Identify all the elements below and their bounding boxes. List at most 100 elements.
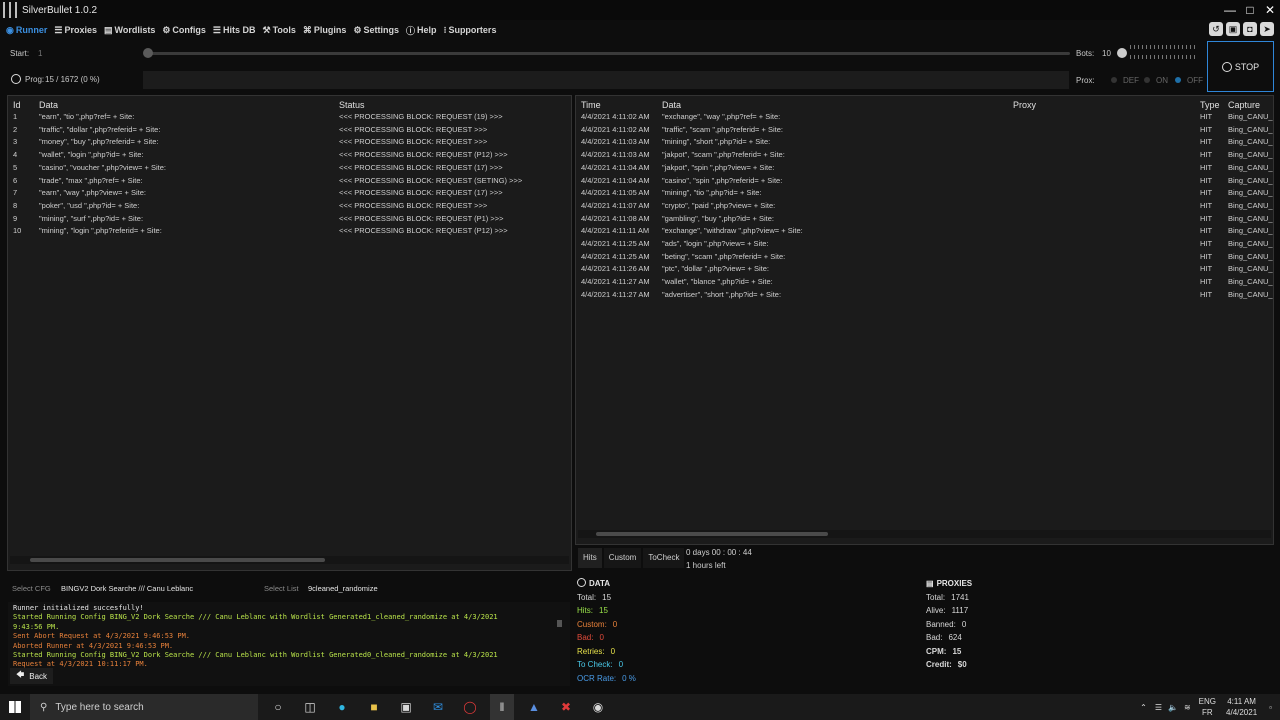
row-id[interactable]: 10 <box>13 226 21 235</box>
row-data[interactable]: "earn", "way ",php?view= + Site: <box>39 188 146 197</box>
row-id[interactable]: 9 <box>13 214 17 223</box>
prox-def-radio[interactable] <box>1111 77 1117 83</box>
col-id-header[interactable]: Id <box>13 100 21 110</box>
hit-type[interactable]: HIT <box>1200 176 1212 185</box>
hit-capture[interactable]: Bing_CANU_ <box>1228 290 1273 299</box>
nav-item-hits-db[interactable]: ☰ Hits DB <box>213 25 256 36</box>
wifi-icon[interactable]: ≋ <box>1184 703 1191 712</box>
stop-button[interactable]: STOP <box>1207 41 1274 92</box>
hit-type[interactable]: HIT <box>1200 252 1212 261</box>
row-id[interactable]: 8 <box>13 201 17 210</box>
select-cfg-value[interactable]: BINGV2 Dork Searche /// Canu Leblanc <box>61 584 193 593</box>
hit-type[interactable]: HIT <box>1200 163 1212 172</box>
hit-data[interactable]: "advertiser", "short ",php?id= + Site: <box>662 290 781 299</box>
prox-off-label[interactable]: OFF <box>1187 76 1203 85</box>
row-status[interactable]: <<< PROCESSING BLOCK: REQUEST (SETING) >… <box>339 176 522 185</box>
app-icon-red[interactable]: ✖ <box>554 694 578 720</box>
nav-item-configs[interactable]: ⚙ Configs <box>162 25 206 36</box>
row-id[interactable]: 4 <box>13 150 17 159</box>
hit-type[interactable]: HIT <box>1200 201 1212 210</box>
hit-data[interactable]: "traffic", "scam ",php?referid= + Site: <box>662 125 783 134</box>
windows-start-icon[interactable] <box>9 701 21 713</box>
hit-time[interactable]: 4/4/2021 4:11:04 AM <box>581 176 650 185</box>
hit-data[interactable]: "jakpot", "spin ",php?view= + Site: <box>662 163 774 172</box>
prox-on-label[interactable]: ON <box>1156 76 1168 85</box>
hit-capture[interactable]: Bing_CANU_ <box>1228 188 1273 197</box>
nav-item-wordlists[interactable]: ▤ Wordlists <box>104 25 155 36</box>
hit-data[interactable]: "gambling", "buy ",php?id= + Site: <box>662 214 774 223</box>
row-status[interactable]: <<< PROCESSING BLOCK: REQUEST >>> <box>339 137 487 146</box>
hit-type[interactable]: HIT <box>1200 226 1212 235</box>
volume-icon[interactable]: 🔈 <box>1168 703 1178 712</box>
row-id[interactable]: 7 <box>13 188 17 197</box>
hit-type[interactable]: HIT <box>1200 214 1212 223</box>
taskbar-search[interactable]: ⚲ Type here to search <box>30 694 258 720</box>
col-data-header[interactable]: Data <box>39 100 58 110</box>
app-icon-blue[interactable]: ▲ <box>522 694 546 720</box>
hit-data[interactable]: "casino", "spin ",php?referid= + Site: <box>662 176 782 185</box>
hit-type[interactable]: HIT <box>1200 150 1212 159</box>
row-status[interactable]: <<< PROCESSING BLOCK: REQUEST (17) >>> <box>339 163 503 172</box>
notification-icon[interactable]: ▫ <box>1269 703 1272 712</box>
row-id[interactable]: 2 <box>13 125 17 134</box>
hit-time[interactable]: 4/4/2021 4:11:11 AM <box>581 226 649 235</box>
history-icon[interactable]: ↺ <box>1209 22 1223 36</box>
hit-data[interactable]: "wallet", "blance ",php?id= + Site: <box>662 277 773 286</box>
bots-slider-ticks[interactable] <box>1130 45 1196 49</box>
hit-type[interactable]: HIT <box>1200 290 1212 299</box>
hit-time[interactable]: 4/4/2021 4:11:04 AM <box>581 163 650 172</box>
row-status[interactable]: <<< PROCESSING BLOCK: REQUEST (P1) >>> <box>339 214 504 223</box>
bots-slider-ticks-lower[interactable] <box>1130 55 1196 59</box>
row-data[interactable]: "traffic", "dollar ",php?referid= + Site… <box>39 125 160 134</box>
network-icon[interactable]: ☰ <box>1155 703 1162 712</box>
nav-item-help[interactable]: ⓘ Help <box>406 24 437 37</box>
nav-item-settings[interactable]: ⚙ Settings <box>353 25 399 36</box>
nav-item-supporters[interactable]: ⁝ Supporters <box>444 25 497 36</box>
hit-time[interactable]: 4/4/2021 4:11:03 AM <box>581 150 650 159</box>
hit-capture[interactable]: Bing_CANU_ <box>1228 226 1273 235</box>
row-data[interactable]: "mining", "surf ",php?id= + Site: <box>39 214 143 223</box>
col-time-header[interactable]: Time <box>581 100 601 110</box>
hit-data[interactable]: "exchange", "way ",php?ref= + Site: <box>662 112 780 121</box>
nav-item-proxies[interactable]: ☰ Proxies <box>54 25 97 36</box>
hit-type[interactable]: HIT <box>1200 112 1212 121</box>
hit-time[interactable]: 4/4/2021 4:11:25 AM <box>581 252 650 261</box>
tab-hits[interactable]: Hits <box>578 548 602 568</box>
left-hscrollbar[interactable] <box>10 556 569 564</box>
hit-capture[interactable]: Bing_CANU_ <box>1228 214 1273 223</box>
row-status[interactable]: <<< PROCESSING BLOCK: REQUEST (19) >>> <box>339 112 503 121</box>
row-id[interactable]: 5 <box>13 163 17 172</box>
hit-type[interactable]: HIT <box>1200 239 1212 248</box>
log-scroll-thumb[interactable] <box>557 620 562 627</box>
row-status[interactable]: <<< PROCESSING BLOCK: REQUEST (17) >>> <box>339 188 503 197</box>
start-slider-knob[interactable] <box>143 48 153 58</box>
select-list-value[interactable]: 9cleaned_randomize <box>308 584 378 593</box>
chevron-up-icon[interactable]: ⌃ <box>1140 703 1147 712</box>
row-data[interactable]: "earn", "tio ",php?ref= + Site: <box>39 112 134 121</box>
hit-time[interactable]: 4/4/2021 4:11:02 AM <box>581 125 650 134</box>
start-value[interactable]: 1 <box>38 49 42 58</box>
discord-icon[interactable]: ◘ <box>1243 22 1257 36</box>
row-data[interactable]: "mining", "login ",php?referid= + Site: <box>39 226 162 235</box>
hit-time[interactable]: 4/4/2021 4:11:07 AM <box>581 201 650 210</box>
cortana-icon[interactable]: ○ <box>266 694 290 720</box>
maximize-button[interactable]: □ <box>1240 0 1260 20</box>
row-id[interactable]: 1 <box>13 112 17 121</box>
prox-on-radio[interactable] <box>1144 77 1150 83</box>
hit-type[interactable]: HIT <box>1200 277 1212 286</box>
row-status[interactable]: <<< PROCESSING BLOCK: REQUEST (P12) >>> <box>339 150 508 159</box>
hit-time[interactable]: 4/4/2021 4:11:27 AM <box>581 277 650 286</box>
col-status-header[interactable]: Status <box>339 100 365 110</box>
close-button[interactable]: ✕ <box>1260 0 1280 20</box>
hit-capture[interactable]: Bing_CANU_ <box>1228 277 1273 286</box>
hit-time[interactable]: 4/4/2021 4:11:26 AM <box>581 264 650 273</box>
hit-data[interactable]: "mining", "short ",php?id= + Site: <box>662 137 770 146</box>
hit-capture[interactable]: Bing_CANU_ <box>1228 252 1273 261</box>
prox-def-label[interactable]: DEF <box>1123 76 1139 85</box>
hit-time[interactable]: 4/4/2021 4:11:25 AM <box>581 239 650 248</box>
hit-time[interactable]: 4/4/2021 4:11:27 AM <box>581 290 650 299</box>
hit-data[interactable]: "crypto", "paid ",php?view= + Site: <box>662 201 775 210</box>
hit-capture[interactable]: Bing_CANU_ <box>1228 112 1273 121</box>
hit-capture[interactable]: Bing_CANU_ <box>1228 163 1273 172</box>
left-hscroll-thumb[interactable] <box>30 558 325 562</box>
